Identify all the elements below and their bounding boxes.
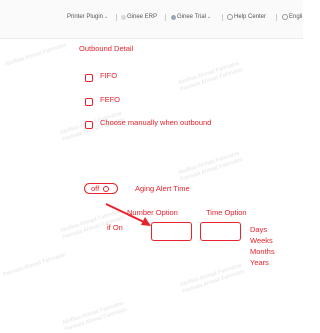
chevron-down-icon: ⌄ <box>207 14 212 20</box>
watermark: Alinffiaa Ahmad FahmalneParmata Ahmad Fa… <box>177 150 244 183</box>
top-nav-bar: Printer Plugin ⌄ Ginee ERP Ginee Trial ⌄… <box>0 0 303 39</box>
chevron-down-icon: ⌄ <box>104 14 109 20</box>
watermark: Alinffiaa Ahmad FahmalneParmata Ahmad Fa… <box>179 262 246 295</box>
toggle-state-text: off <box>91 183 100 193</box>
fifo-label: FIFO <box>100 71 118 80</box>
nav-divider <box>165 14 166 21</box>
nav-printer-plugin[interactable]: Printer Plugin ⌄ <box>67 14 108 20</box>
help-icon <box>227 14 233 20</box>
nav-help-center[interactable]: Help Center <box>227 14 266 20</box>
nav-ginee-trial-label: Ginee Trial <box>177 14 207 20</box>
aging-alert-time-label: Aging Alert Time <box>135 184 190 193</box>
nav-divider <box>276 14 277 21</box>
watermark: Alinffiaa Ahmad FahmalneParmata Ahmad Fa… <box>61 300 128 333</box>
choose-manually-label: Choose manually when outbound <box>100 118 212 127</box>
time-unit-days[interactable]: Days <box>250 224 275 235</box>
toggle-knob <box>103 185 110 192</box>
nav-help-center-label: Help Center <box>234 14 267 20</box>
nav-printer-plugin-label: Printer Plugin <box>67 14 104 20</box>
nav-ginee-erp-label: Ginee ERP <box>127 14 158 20</box>
number-option-label: Number Option <box>127 208 178 217</box>
watermark: Alinffiaa Ahmad Fahmalne <box>4 42 68 68</box>
time-unit-months[interactable]: Months <box>250 246 275 257</box>
time-option-label: Time Option <box>206 208 247 217</box>
number-option-input[interactable] <box>151 222 192 241</box>
nav-language-label: Engli <box>289 14 303 20</box>
fefo-checkbox[interactable] <box>85 98 93 106</box>
time-unit-years[interactable]: Years <box>250 257 275 268</box>
watermark: Parmata Ahmad Fahmaldo <box>2 252 67 278</box>
nav-ginee-erp[interactable]: Ginee ERP <box>121 14 157 20</box>
outbound-detail-title: Outbound Detail <box>79 44 134 53</box>
nav-ginee-trial[interactable]: Ginee Trial ⌄ <box>171 14 211 20</box>
ginee-trial-icon <box>171 14 176 20</box>
ginee-erp-icon <box>121 14 126 20</box>
time-option-select[interactable] <box>200 222 241 241</box>
nav-divider <box>222 14 223 21</box>
if-on-label: if On <box>107 223 123 232</box>
fefo-label: FEFO <box>100 95 120 104</box>
nav-divider <box>116 14 117 21</box>
globe-icon <box>282 14 288 20</box>
choose-manually-checkbox[interactable] <box>85 121 93 129</box>
nav-language[interactable]: Engli <box>282 14 302 20</box>
time-unit-weeks[interactable]: Weeks <box>250 235 275 246</box>
fifo-checkbox[interactable] <box>85 74 93 82</box>
time-unit-list: Days Weeks Months Years <box>250 224 275 268</box>
aging-alert-toggle[interactable]: off <box>84 183 118 194</box>
watermark: Alinffiaa Ahmad FahmalneParmata Ahmad Fa… <box>177 60 244 93</box>
